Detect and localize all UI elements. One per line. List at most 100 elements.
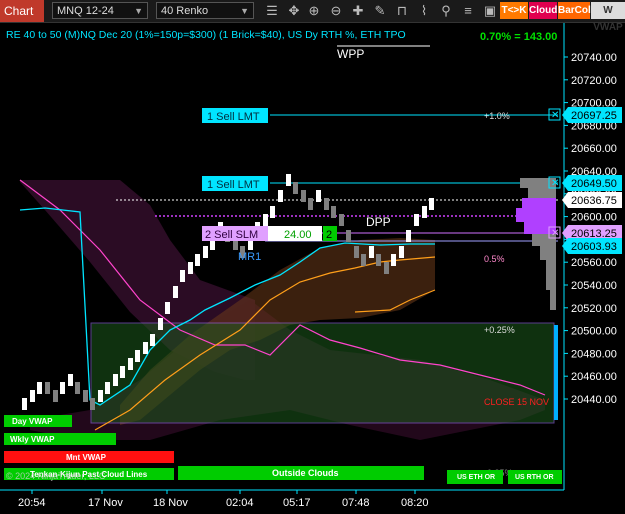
price-axis-label: 20600.00 [571,212,617,224]
close-label: CLOSE 15 NOV [484,397,549,407]
renko-brick [195,254,200,266]
order-3-label: 2 Sell SLM [205,229,258,241]
wpp-label: WPP [337,47,364,61]
order-3-offset: 24.00 [284,229,312,241]
outside-clouds-bar: Outside Clouds [178,466,424,480]
menu-icon[interactable]: ≡ [460,3,476,19]
us-rth-or-bar: US RTH OR [508,470,562,484]
renko-brick [399,246,404,258]
renko-brick [98,390,103,402]
time-axis-label: 08:20 [401,497,429,509]
renko-brick [406,230,411,242]
pencil-icon[interactable]: ✎ [372,3,388,19]
price-tag-order-2: 20649.50 [562,175,622,191]
copyright-text: © 2024 NinjaTrader, LLC [6,471,106,481]
renko-brick [165,302,170,314]
price-axis-label: 20740.00 [571,52,617,64]
zoom-in-icon[interactable]: ⊕ [306,3,322,19]
renko-brick [105,382,110,394]
renko-brick [203,246,208,258]
renko-brick [331,206,336,218]
price-axis-label: 20520.00 [571,303,617,315]
barcol-toggle-button[interactable]: BarCol [558,2,591,19]
price-axis-label: 20660.00 [571,143,617,155]
wkly-vwap-bar: Wkly VWAP [4,433,116,445]
chart-window-label: Chart [0,0,44,22]
renko-brick [429,198,434,210]
instrument-value: MNQ 12-24 [57,5,114,17]
time-axis-label: 18 Nov [153,497,188,509]
cancel-order-1-button[interactable]: ✕ [548,108,561,121]
cursor-cross-icon[interactable]: ✚ [350,3,366,19]
order-3-qty: 2 [326,229,332,241]
renko-brick [293,182,298,194]
vwap-toggle-button[interactable]: W VWAP [591,2,625,33]
mnt-vwap-bar: Mnt VWAP [4,451,174,463]
renko-brick [128,358,133,370]
close-icon: ✕ [551,178,559,189]
renko-brick [135,350,140,362]
chevron-down-icon: ▼ [240,6,249,16]
renko-brick [37,382,42,394]
chart-area[interactable]: RE 40 to 50 (M)NQ Dec 20 (1%=150p=$300) … [0,23,625,514]
chart-settings-icon[interactable]: ▣ [482,3,498,19]
zoom-out-icon[interactable]: ⊖ [328,3,344,19]
us-eth-or-bar: US ETH OR [447,470,503,484]
draw-icon[interactable]: ⌇ [416,3,432,19]
price-axis[interactable]: 20740.0020720.0020700.0020680.0020660.00… [563,23,617,490]
day-vwap-label: Day VWAP [12,417,53,426]
renko-brick [143,342,148,354]
time-axis-label: 17 Nov [88,497,123,509]
renko-brick [30,390,35,402]
wkly-vwap-label: Wkly VWAP [10,435,55,444]
renko-brick [324,198,329,210]
renko-brick [316,190,321,202]
time-axis[interactable]: 20:54 17 Nov 18 Nov 02:04 05:17 07:48 08:20 [0,489,564,509]
renko-brick [422,206,427,218]
close-icon: ✕ [551,228,559,239]
price-axis-label: 20440.00 [571,394,617,406]
price-tag-line: 20603.93 [562,238,622,254]
renko-brick [361,254,366,266]
period-selector[interactable]: 40 Renko ▼ [156,2,254,19]
close-icon: ✕ [551,110,559,121]
price-axis-label: 20720.00 [571,75,617,87]
renko-brick [369,246,374,258]
price-tag-order-2-text: 20649.50 [571,178,617,190]
order-tag-2[interactable]: 1 Sell LMT [202,176,268,191]
renko-brick [180,270,185,282]
price-tag-order-1-text: 20697.25 [571,110,617,122]
pin-icon[interactable]: ⚲ [438,3,454,19]
order-tag-1[interactable]: 1 Sell LMT [202,108,268,123]
mnt-vwap-label: Mnt VWAP [66,453,107,462]
renko-brick [45,382,50,394]
tk-toggle-button[interactable]: T<>K [500,2,528,19]
renko-brick [68,374,73,386]
renko-brick [270,206,275,218]
price-axis-label: 20480.00 [571,348,617,360]
cloud-toggle-button[interactable]: Cloud [529,2,557,19]
price-axis-label: 20540.00 [571,280,617,292]
range-box-green [90,322,555,424]
chart-title: RE 40 to 50 (M)NQ Dec 20 (1%=150p=$300) … [6,29,406,41]
renko-brick [173,286,178,298]
crosshair-icon[interactable]: ✥ [286,3,302,19]
list-icon[interactable]: ☰ [264,3,280,19]
renko-brick [339,214,344,226]
instrument-selector[interactable]: MNQ 12-24 ▼ [52,2,148,19]
renko-brick [384,262,389,274]
price-axis-label: 20460.00 [571,371,617,383]
mr1-label: MR1 [238,251,261,263]
renko-brick [113,374,118,386]
time-axis-label: 20:54 [18,497,46,509]
price-axis-label: 20560.00 [571,257,617,269]
renko-brick [354,246,359,258]
order-2-label: 1 Sell LMT [207,179,260,191]
cancel-order-3-button[interactable]: ✕ [548,226,561,239]
renko-brick [414,214,419,226]
order-tag-3[interactable]: 2 Sell SLM 24.00 2 [202,226,337,241]
renko-brick [376,254,381,266]
cancel-order-2-button[interactable]: ✕ [548,176,561,189]
renko-brick [391,254,396,266]
magnet-icon[interactable]: ⊓ [394,3,410,19]
